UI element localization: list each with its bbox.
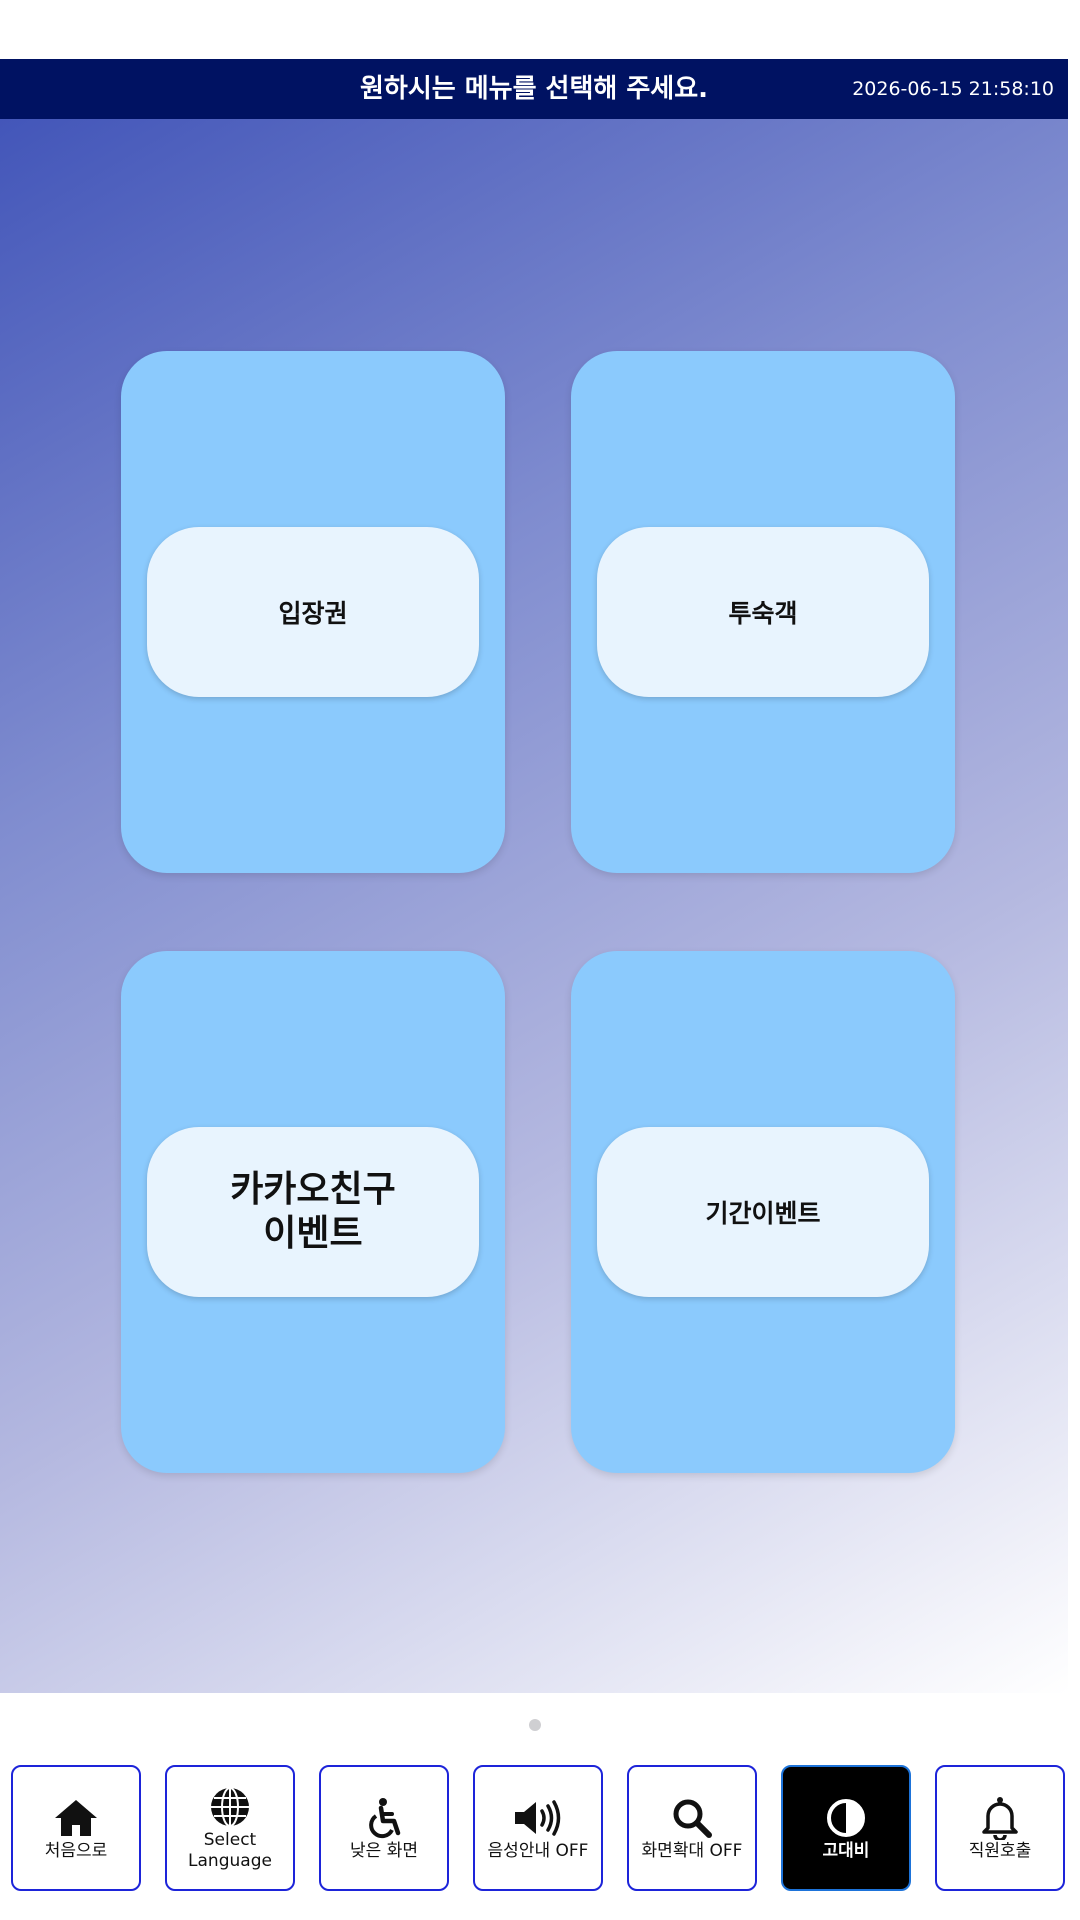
- kiosk-screen: 원하시는 메뉴를 선택해 주세요. 2026-06-15 21:58:10 입장…: [0, 0, 1080, 1920]
- low-screen-label: 낮은 화면: [350, 1840, 418, 1861]
- menu-area: 입장권 투숙객 카카오친구 이벤트 기간이벤트: [0, 119, 1068, 1693]
- menu-card-label-box: 기간이벤트: [597, 1127, 929, 1297]
- high-contrast-button[interactable]: 고대비: [781, 1765, 911, 1891]
- select-language-button[interactable]: Select Language: [165, 1765, 295, 1891]
- home-button[interactable]: 처음으로: [11, 1765, 141, 1891]
- globe-icon: [205, 1784, 255, 1830]
- contrast-icon: [821, 1795, 871, 1841]
- home-icon: [51, 1795, 101, 1841]
- menu-card-label-box: 입장권: [147, 527, 479, 697]
- call-staff-label: 직원호출: [968, 1840, 1032, 1861]
- header-bar: 원하시는 메뉴를 선택해 주세요. 2026-06-15 21:58:10: [0, 59, 1068, 119]
- speaker-icon: [513, 1795, 563, 1841]
- high-contrast-label: 고대비: [822, 1840, 870, 1861]
- home-button-label: 처음으로: [44, 1840, 108, 1861]
- menu-card-label: 기간이벤트: [705, 1199, 821, 1228]
- menu-card-label-box: 카카오친구 이벤트: [147, 1127, 479, 1297]
- accessibility-toolbar: 처음으로 Select Language 낮은 화면 음성안내 OFF 화면확대: [0, 1765, 1080, 1895]
- zoom-label: 화면확대 OFF: [641, 1840, 743, 1861]
- datetime-display: 2026-06-15 21:58:10: [852, 78, 1054, 100]
- select-language-label: Select Language: [188, 1830, 272, 1871]
- menu-card-period-event[interactable]: 기간이벤트: [571, 951, 955, 1473]
- menu-card-label: 투숙객: [728, 599, 798, 628]
- call-staff-button[interactable]: 직원호출: [935, 1765, 1065, 1891]
- menu-card-kakao-event[interactable]: 카카오친구 이벤트: [121, 951, 505, 1473]
- magnifier-icon: [667, 1795, 717, 1841]
- voice-guide-label: 음성안내 OFF: [487, 1840, 589, 1861]
- wheelchair-icon: [359, 1795, 409, 1841]
- menu-card-ticket[interactable]: 입장권: [121, 351, 505, 873]
- voice-guide-button[interactable]: 음성안내 OFF: [473, 1765, 603, 1891]
- bell-icon: [975, 1795, 1025, 1841]
- page-indicator-dot: [529, 1719, 541, 1731]
- low-screen-button[interactable]: 낮은 화면: [319, 1765, 449, 1891]
- zoom-button[interactable]: 화면확대 OFF: [627, 1765, 757, 1891]
- menu-card-label: 카카오친구 이벤트: [230, 1169, 396, 1254]
- menu-card-label: 입장권: [278, 599, 348, 628]
- menu-card-guest[interactable]: 투숙객: [571, 351, 955, 873]
- menu-card-label-box: 투숙객: [597, 527, 929, 697]
